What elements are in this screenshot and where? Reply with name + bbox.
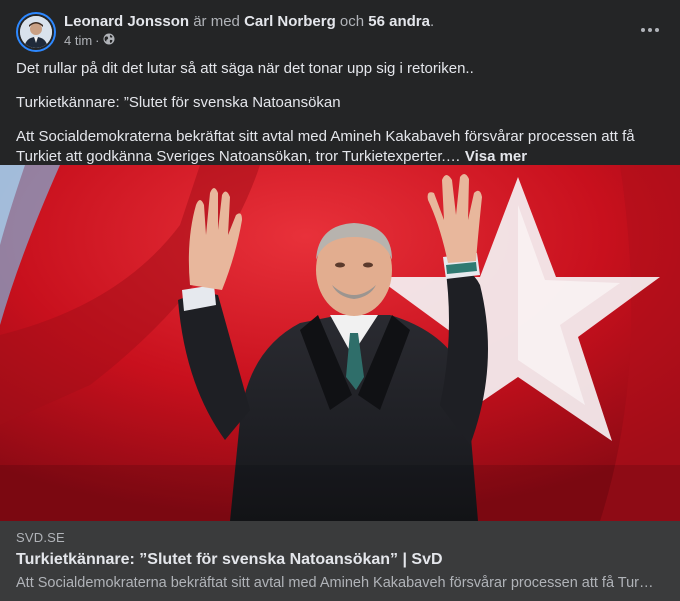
post-paragraph-3: Att Socialdemokraterna bekräftat sitt av… — [16, 127, 664, 167]
post-paragraph-2: Turkietkännare: ”Slutet för svenska Nato… — [16, 94, 341, 111]
post-meta: 4 tim · — [64, 33, 115, 49]
link-title[interactable]: Turkietkännare: ”Slutet för svenska Nato… — [16, 549, 664, 571]
meta-separator: · — [95, 33, 100, 48]
tagged-person[interactable]: Carl Norberg — [244, 13, 336, 30]
and-text: och — [339, 13, 365, 30]
author-avatar[interactable] — [16, 12, 56, 52]
see-more-link[interactable]: Visa mer — [465, 148, 527, 165]
tagged-others[interactable]: 56 andra — [368, 13, 430, 30]
link-preview[interactable]: SVD.SE Turkietkännare: ”Slutet för svens… — [0, 521, 680, 601]
avatar-image — [20, 16, 52, 48]
post-header-line: Leonard Jonsson är med Carl Norberg och … — [64, 12, 434, 32]
post-header: Leonard Jonsson är med Carl Norberg och … — [16, 12, 664, 54]
post-paragraph-3-text: Att Socialdemokraterna bekräftat sitt av… — [16, 128, 635, 165]
post-paragraph-1: Det rullar på dit det lutar så att säga … — [16, 60, 474, 77]
author-name[interactable]: Leonard Jonsson — [64, 13, 189, 30]
with-text: är med — [193, 13, 240, 30]
link-domain: SVD.SE — [16, 530, 65, 545]
header-period: . — [429, 13, 435, 30]
link-preview-image[interactable] — [0, 165, 680, 521]
post-time[interactable]: 4 tim — [64, 33, 92, 49]
more-options-icon[interactable] — [636, 18, 664, 42]
globe-icon[interactable] — [103, 33, 115, 49]
feed-post: Leonard Jonsson är med Carl Norberg och … — [0, 0, 680, 601]
post-text: Det rullar på dit det lutar så att säga … — [16, 59, 664, 167]
link-description: Att Socialdemokraterna bekräftat sitt av… — [16, 575, 656, 591]
